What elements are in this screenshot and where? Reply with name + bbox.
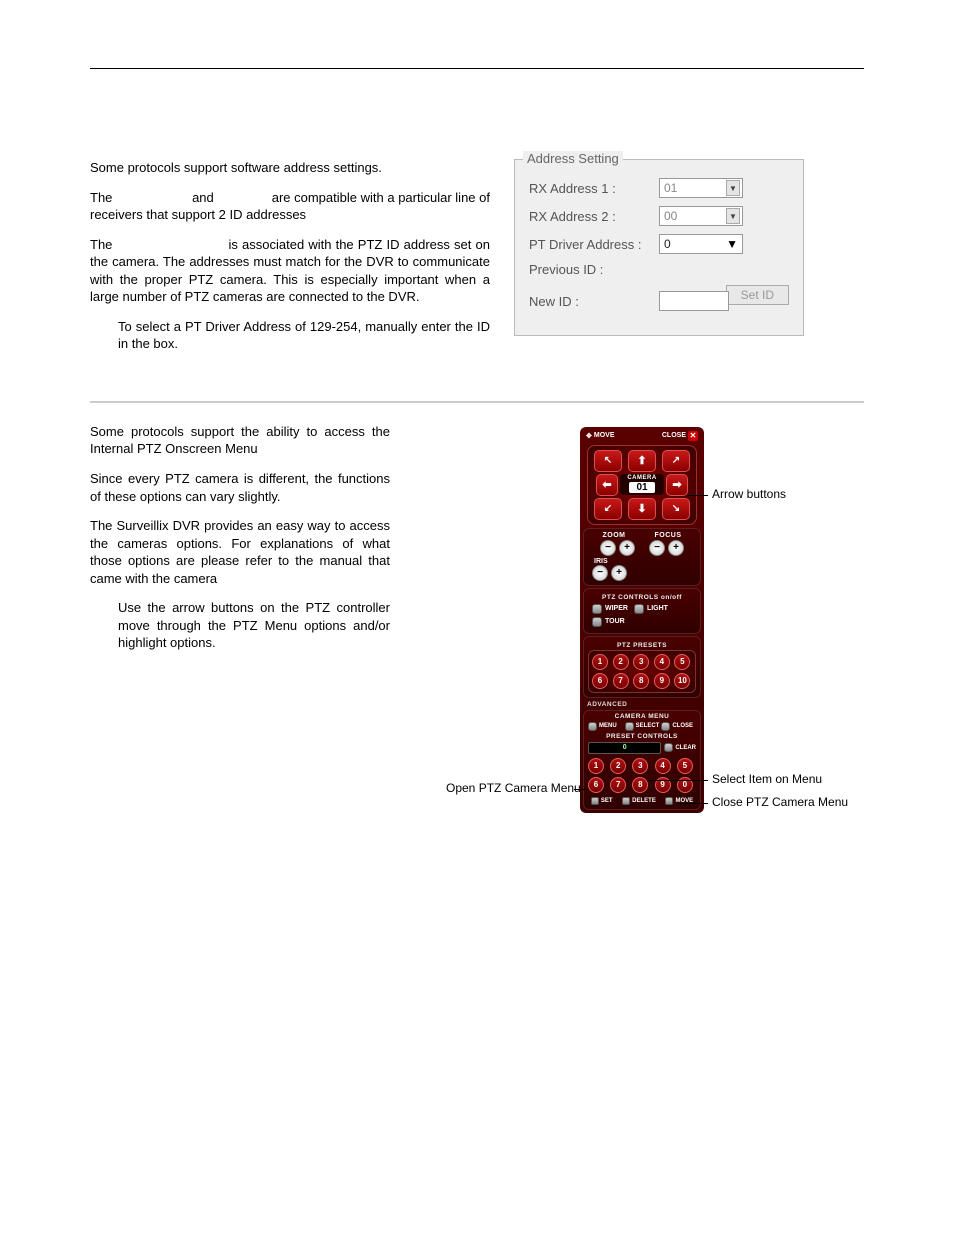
iris-open-button[interactable]: + [611,565,627,581]
arrow-right-button[interactable]: ➡ [666,474,688,496]
rx2-label: RX Address 2 : [529,209,659,224]
arrow-up-right-button[interactable]: ↗ [662,450,690,472]
ptdriver-value: 0 [664,237,671,251]
newid-input[interactable] [659,291,729,311]
select-button[interactable]: SELECT [625,722,660,731]
camera-number: 01 [629,482,655,493]
preset-id-input[interactable]: 0 [588,742,661,754]
preset-button[interactable]: 3 [632,758,648,774]
preset-button[interactable]: 4 [654,654,670,670]
preset-button[interactable]: 4 [655,758,671,774]
close-icon: ✕ [688,431,698,441]
zoom-out-button[interactable]: − [600,540,616,556]
iris-label: IRIS [588,558,696,565]
preset-button[interactable]: 7 [613,673,629,689]
preset-button[interactable]: 2 [610,758,626,774]
camera-indicator: CAMERA 01 [620,474,664,495]
setid-button[interactable]: Set ID [726,285,789,305]
arrow-up-left-button[interactable]: ↖ [594,450,622,472]
arrow-left-button[interactable]: ⬅ [596,474,618,496]
wiper-toggle[interactable]: WIPER [592,604,628,614]
preset-button[interactable]: 5 [677,758,693,774]
para-1: Some protocols support software address … [90,159,490,177]
para-4-note: To select a PT Driver Address of 129-254… [90,318,490,353]
arrow-up-button[interactable]: ⬆ [628,450,656,472]
preset-button[interactable]: 6 [588,777,604,793]
chevron-down-icon: ▼ [726,180,740,196]
preset-button[interactable]: 2 [613,654,629,670]
arrow-down-left-button[interactable]: ↙ [594,498,622,520]
menu-button[interactable]: MENU [588,722,623,731]
address-description: Some protocols support software address … [90,159,490,365]
section-address-settings: Some protocols support software address … [90,159,864,365]
preset-controls-head: PRESET CONTROLS [586,733,698,740]
ptz-panel: ✥ MOVE CLOSE ✕ ↖ ⬆ ↗ ⬅ CAMERA 01 ➡ [580,427,704,813]
previd-label: Previous ID : [529,262,659,277]
para-7: The Surveillix DVR provides an easy way … [90,517,390,587]
ptdriver-label: PT Driver Address : [529,237,659,252]
presets-head: PTZ PRESETS [588,639,696,650]
preset-button[interactable]: 3 [633,654,649,670]
preset-button[interactable]: 5 [674,654,690,670]
close-button[interactable]: CLOSE ✕ [662,431,698,441]
focus-out-button[interactable]: − [649,540,665,556]
rx1-select[interactable]: 01 ▼ [659,178,743,198]
close-menu-button[interactable]: CLOSE [661,722,696,731]
preset-button[interactable]: 7 [610,777,626,793]
advanced-section: CAMERA MENU MENU SELECT CLOSE PRESET CON… [583,710,701,810]
controls-section: PTZ CONTROLS on/off WIPER LIGHT TOUR [583,588,701,634]
top-rule [90,68,864,69]
preset-button[interactable]: 8 [633,673,649,689]
rx2-value: 00 [664,209,677,223]
clear-button[interactable]: CLEAR [664,743,696,752]
callout-select-item: Select Item on Menu [712,772,822,786]
focus-in-button[interactable]: + [668,540,684,556]
callout-open-menu: Open PTZ Camera Menu [446,781,581,795]
iris-close-button[interactable]: − [592,565,608,581]
zoom-in-button[interactable]: + [619,540,635,556]
ptdriver-select[interactable]: 0 ▼ [659,234,743,254]
address-legend: Address Setting [523,151,623,166]
presets-section: PTZ PRESETS 1 2 3 4 5 6 7 8 9 10 [583,636,701,698]
para-6: Since every PTZ camera is different, the… [90,470,390,505]
callout-close-menu: Close PTZ Camera Menu [712,795,848,809]
delete-button[interactable]: DELETE [622,797,656,805]
arrow-down-right-button[interactable]: ↘ [662,498,690,520]
preset-button[interactable]: 1 [588,758,604,774]
para-8-note: Use the arrow buttons on the PTZ control… [90,599,390,652]
preset-button[interactable]: 6 [592,673,608,689]
camera-menu-head: CAMERA MENU [586,713,698,720]
set-button[interactable]: SET [591,797,613,805]
ptz-figure: ✥ MOVE CLOSE ✕ ↖ ⬆ ↗ ⬅ CAMERA 01 ➡ [420,423,864,813]
controls-head: PTZ CONTROLS on/off [588,591,696,602]
light-toggle[interactable]: LIGHT [634,604,668,614]
mid-rule [90,401,864,403]
preset-button[interactable]: 1 [592,654,608,670]
preset-button[interactable]: 9 [654,673,670,689]
ptz-description: Some protocols support the ability to ac… [90,423,390,813]
rx1-label: RX Address 1 : [529,181,659,196]
chevron-down-icon: ▼ [726,237,738,251]
address-setting-panel: Address Setting RX Address 1 : 01 ▼ RX A… [514,159,804,336]
rx2-select[interactable]: 00 ▼ [659,206,743,226]
para-5: Some protocols support the ability to ac… [90,423,390,458]
section-ptz-menu: Some protocols support the ability to ac… [90,423,864,813]
rx1-value: 01 [664,181,677,195]
tour-toggle[interactable]: TOUR [592,617,625,627]
callout-arrow-buttons: Arrow buttons [712,487,786,501]
preset-button[interactable]: 10 [674,673,690,689]
advanced-head: ADVANCED [583,698,701,708]
para-3: The is associated with the PTZ ID addres… [90,236,490,306]
chevron-down-icon: ▼ [726,208,740,224]
arrow-pad: ↖ ⬆ ↗ ⬅ CAMERA 01 ➡ ↙ ⬇ ↘ [587,445,697,525]
newid-label: New ID : [529,294,659,309]
zoom-label: ZOOM [603,532,626,539]
move-handle[interactable]: ✥ MOVE [586,432,615,440]
zoom-focus-section: ZOOM FOCUS − + − + [583,528,701,586]
focus-label: FOCUS [655,532,682,539]
arrow-down-button[interactable]: ⬇ [628,498,656,520]
preset-button[interactable]: 8 [632,777,648,793]
para-2: The and are compatible with a particular… [90,189,490,224]
